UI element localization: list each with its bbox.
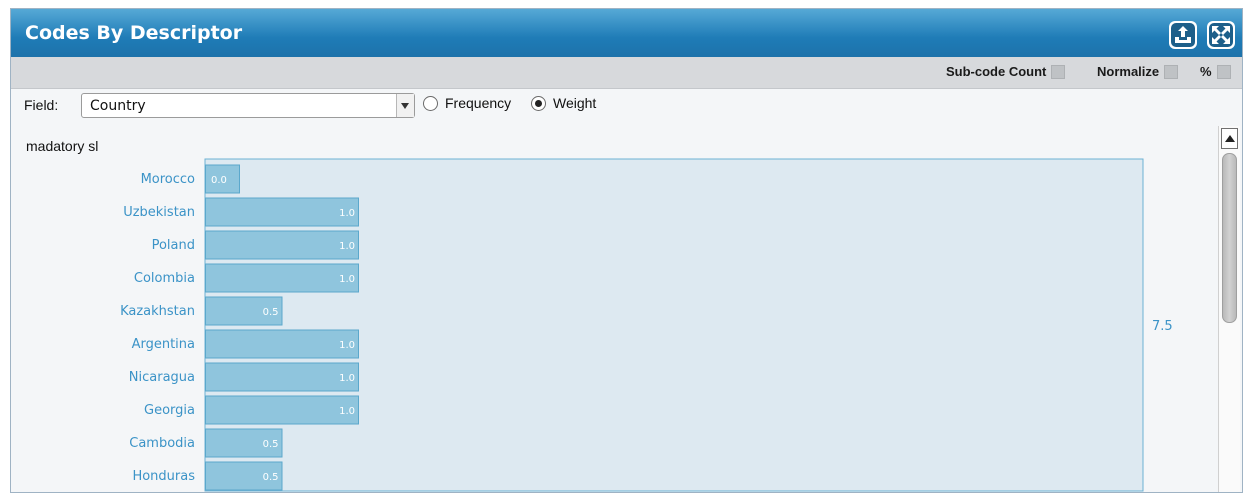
value-label: 1.0: [339, 406, 355, 417]
upload-icon[interactable]: [1169, 21, 1197, 49]
bar-argentina: [205, 329, 359, 359]
bar-nicaragua: [205, 362, 359, 392]
value-label: 0.5: [263, 472, 279, 483]
category-label: Cambodia: [129, 436, 195, 451]
bar-uzbekistan: [205, 197, 359, 227]
chevron-down-icon[interactable]: [396, 94, 414, 117]
subcode-count-label: Sub-code Count: [946, 64, 1047, 79]
title-bar: Codes By Descriptor: [11, 9, 1242, 57]
percent-option[interactable]: %: [1200, 64, 1231, 79]
value-label: 0.5: [263, 307, 279, 318]
category-label: Kazakhstan: [120, 304, 195, 319]
value-label: 1.0: [339, 274, 355, 285]
radio-frequency-circle[interactable]: [423, 95, 438, 111]
radio-weight-circle[interactable]: [531, 95, 546, 111]
value-label: 0.5: [263, 439, 279, 450]
category-label: Poland: [152, 238, 195, 253]
value-label: 1.0: [339, 373, 355, 384]
radio-weight-label: Weight: [553, 95, 597, 111]
normalize-option[interactable]: Normalize: [1097, 64, 1179, 79]
vertical-scrollbar[interactable]: [1218, 126, 1240, 492]
category-label: Georgia: [144, 403, 195, 418]
value-label: 1.0: [339, 208, 355, 219]
field-select-value: Country: [90, 98, 146, 114]
normalize-label: Normalize: [1097, 64, 1160, 79]
percent-label: %: [1200, 64, 1212, 79]
category-label: Argentina: [132, 337, 195, 352]
chart-area: madatory sl Morocco 0.0 Uzbekistan 1.0 Polan…: [11, 124, 1217, 492]
field-select[interactable]: Country: [81, 93, 415, 118]
expand-icon[interactable]: [1207, 21, 1235, 49]
category-label: Nicaragua: [129, 370, 195, 385]
field-row: Field: Country Frequency Weight: [11, 91, 1242, 121]
total-value-label: 7.5: [1152, 319, 1173, 334]
category-label: Uzbekistan: [123, 205, 195, 220]
radio-weight[interactable]: Weight: [531, 95, 596, 111]
bar-georgia: [205, 395, 359, 425]
value-label: 1.0: [339, 241, 355, 252]
radio-frequency-label: Frequency: [445, 95, 512, 111]
percent-checkbox[interactable]: [1216, 64, 1231, 79]
subcode-count-checkbox[interactable]: [1051, 64, 1066, 79]
category-label: Morocco: [141, 172, 195, 187]
normalize-checkbox[interactable]: [1164, 64, 1179, 79]
bar-poland: [205, 230, 359, 260]
scroll-up-button[interactable]: [1221, 128, 1238, 149]
category-label: Honduras: [132, 469, 195, 484]
scroll-thumb[interactable]: [1222, 153, 1237, 323]
panel-title: Codes By Descriptor: [25, 22, 243, 44]
value-label: 1.0: [339, 340, 355, 351]
codes-by-descriptor-panel: Codes By Descriptor Sub-code Count Norma…: [10, 8, 1243, 493]
radio-frequency[interactable]: Frequency: [423, 95, 511, 111]
value-label: 0.0: [211, 175, 227, 186]
field-label: Field:: [24, 97, 59, 113]
category-label: Colombia: [134, 271, 195, 286]
options-bar: Sub-code Count Normalize %: [11, 57, 1242, 89]
subcode-count-option[interactable]: Sub-code Count: [946, 64, 1066, 79]
bar-chart: Morocco 0.0 Uzbekistan 1.0 Poland 1.0 Colombia…: [120, 158, 1173, 492]
bar-colombia: [205, 263, 359, 293]
